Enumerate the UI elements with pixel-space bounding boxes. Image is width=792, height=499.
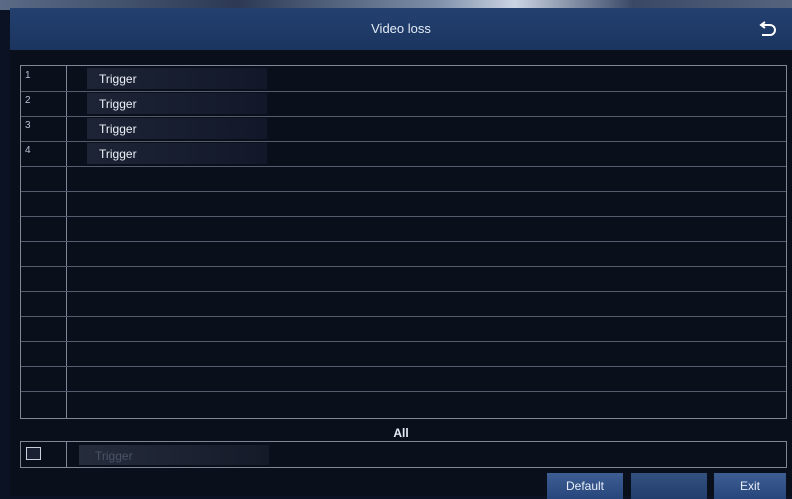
empty-row [21,241,786,267]
trigger-label: Trigger [99,97,137,111]
title-bar: Video loss [10,8,792,50]
channel-table: 1 Trigger 2 Trigger 3 Trigger 4 Trigger [20,65,787,419]
default-button[interactable]: Default [547,473,623,499]
empty-row [21,166,786,192]
trigger-button[interactable]: Trigger [87,143,267,164]
all-trigger-button[interactable]: Trigger [79,445,269,465]
table-row: 4 Trigger [21,141,786,167]
empty-row [21,266,786,292]
table-row: 2 Trigger [21,91,786,117]
return-arrow-icon[interactable] [756,18,778,40]
window-title: Video loss [371,21,431,36]
empty-row [21,341,786,367]
all-row: Trigger [20,441,787,468]
checkbox-icon[interactable] [26,447,41,460]
channel-number: 4 [25,145,31,156]
all-label: All [393,426,409,440]
empty-row [21,191,786,217]
channel-number: 1 [25,70,31,81]
column-divider [66,442,67,467]
table-row: 1 Trigger [21,66,786,92]
table-row: 3 Trigger [21,116,786,142]
channel-number: 3 [25,120,31,131]
trigger-label: Trigger [99,72,137,86]
apply-button[interactable] [631,473,707,499]
trigger-button[interactable]: Trigger [87,68,267,89]
trigger-label: Trigger [99,122,137,136]
empty-row [21,391,786,416]
exit-button[interactable]: Exit [714,473,786,499]
trigger-label: Trigger [99,147,137,161]
empty-row [21,366,786,392]
trigger-button[interactable]: Trigger [87,118,267,139]
empty-row [21,291,786,317]
empty-row [21,316,786,342]
empty-row [21,216,786,242]
video-loss-window: Video loss 1 Trigger 2 Trigger 3 Trigger… [10,8,792,499]
channel-number: 2 [25,95,31,106]
trigger-button[interactable]: Trigger [87,93,267,114]
all-trigger-label: Trigger [95,449,133,463]
